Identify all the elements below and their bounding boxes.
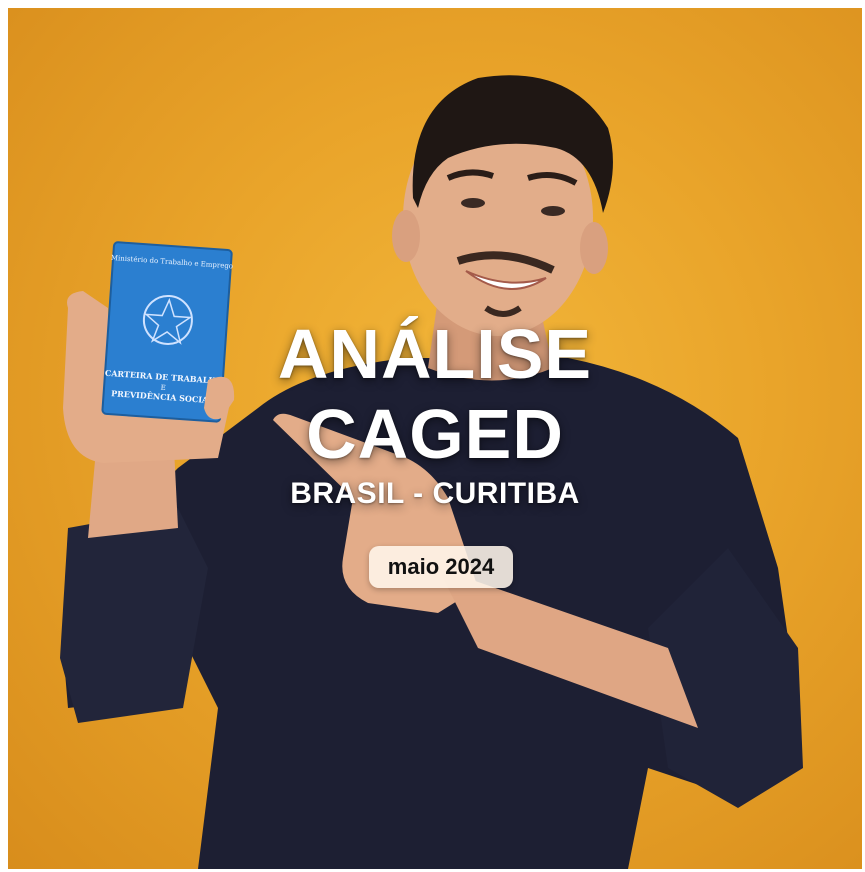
- left-sleeve: [60, 508, 208, 723]
- right-eye: [541, 206, 565, 216]
- title-line-2: CAGED: [306, 395, 564, 473]
- photo-frame: Ministério do Trabalho e Emprego CARTEIR…: [8, 8, 862, 869]
- title-line-1: ANÁLISE: [277, 315, 593, 393]
- date-badge: maio 2024: [369, 546, 513, 588]
- subtitle: BRASIL - CURITIBA: [290, 477, 580, 510]
- left-eye: [461, 198, 485, 208]
- left-ear: [392, 210, 420, 262]
- right-ear: [580, 222, 608, 274]
